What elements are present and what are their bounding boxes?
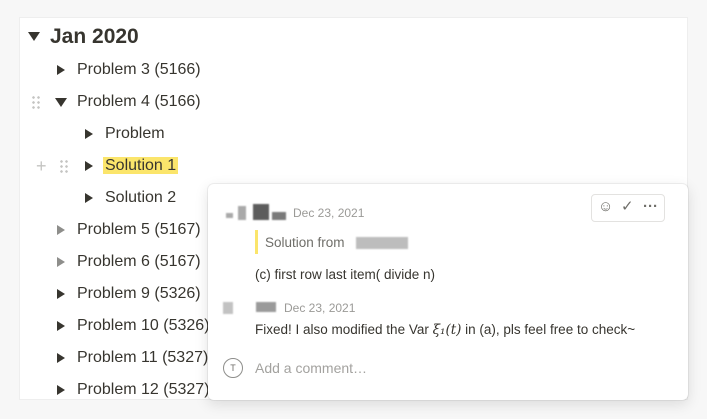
toggle-label: Problem 5 (5167) — [77, 221, 201, 238]
more-options-icon[interactable]: ··· — [643, 198, 658, 216]
toggle-arrow-icon[interactable] — [85, 161, 93, 171]
toggle-label: Problem 12 (5327) — [77, 381, 210, 398]
toggle-label: Problem 6 (5167) — [77, 253, 201, 270]
add-comment-input[interactable]: Add a comment… — [255, 360, 367, 376]
toggle-label: Problem 9 (5326) — [77, 285, 201, 302]
comment-text-part: in (a), pls feel free to check~ — [461, 322, 636, 337]
comment-text-part: Fixed! I also modified the Var — [255, 322, 433, 337]
toggle-label: Problem 3 (5166) — [77, 61, 201, 78]
add-reaction-icon[interactable]: ☺ — [598, 198, 613, 216]
toggle-label: Problem 11 (5327) — [77, 349, 209, 366]
comment-text: (c) first row last item( divide n) — [255, 267, 436, 282]
toggle-label: Problem 4 (5166) — [77, 93, 201, 110]
heading-toggle-icon[interactable] — [28, 32, 40, 41]
comment-toolbar: ☺ ✓ ··· — [591, 194, 665, 222]
add-block-icon[interactable]: + — [36, 157, 47, 175]
comment-date: Dec 23, 2021 — [293, 206, 365, 220]
comment-quote: Solution from — [265, 235, 345, 250]
toggle-label: Problem — [105, 125, 165, 142]
toggle-arrow-icon[interactable] — [57, 385, 65, 395]
drag-handle-icon[interactable] — [31, 95, 41, 109]
resolve-check-icon[interactable]: ✓ — [621, 198, 634, 216]
toggle-arrow-icon[interactable] — [57, 353, 65, 363]
toggle-arrow-icon[interactable] — [85, 129, 93, 139]
toggle-arrow-icon[interactable] — [57, 257, 65, 267]
comment-date: Dec 23, 2021 — [284, 301, 356, 315]
quote-bar — [255, 230, 258, 254]
drag-handle-icon[interactable] — [59, 159, 69, 173]
toggle-label: Solution 2 — [105, 189, 177, 206]
toggle-label: Problem 10 (5326) — [77, 317, 210, 334]
toggle-arrow-icon[interactable] — [57, 321, 65, 331]
toggle-arrow-icon[interactable] — [55, 98, 67, 107]
toggle-arrow-icon[interactable] — [57, 225, 65, 235]
highlighted-text: Solution 1 — [103, 157, 179, 174]
math-expression: ξ₁(t) — [432, 322, 462, 338]
toggle-arrow-icon[interactable] — [85, 193, 93, 203]
toggle-arrow-icon[interactable] — [57, 65, 65, 75]
blurred-name — [356, 237, 408, 249]
toggle-heading: Jan 2020 — [50, 25, 139, 48]
comment-popup: ☺ ✓ ··· Dec 23, 2021 Solution from (c) f… — [208, 184, 688, 400]
toggle-arrow-icon[interactable] — [57, 289, 65, 299]
comment-text: Fixed! I also modified the Var ξ₁(t) in … — [255, 322, 635, 338]
quote-text: Solution from — [265, 235, 345, 250]
toggle-label: Solution 1 — [103, 156, 179, 176]
user-avatar: T — [223, 358, 243, 378]
